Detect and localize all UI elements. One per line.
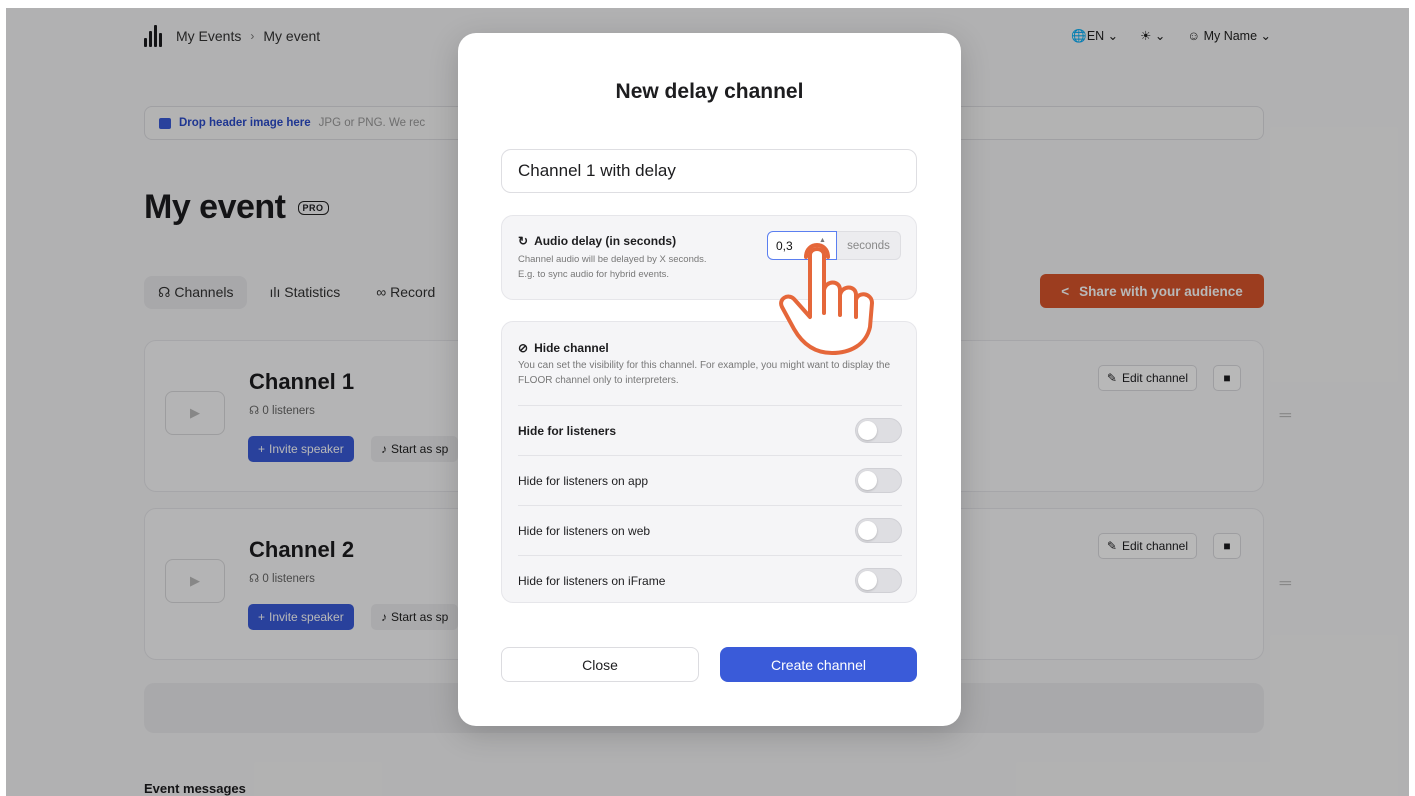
hide-option-label: Hide for listeners on app: [518, 473, 649, 488]
create-channel-button[interactable]: Create channel: [720, 647, 917, 682]
hide-on-web-toggle[interactable]: [855, 518, 902, 543]
hide-option-row: Hide for listeners on web: [518, 505, 902, 555]
dialog-title: New delay channel: [615, 80, 804, 103]
toggle-knob: [858, 421, 877, 440]
channel-name-input[interactable]: [501, 149, 917, 193]
eye-off-icon: ⊘: [518, 341, 529, 355]
toggle-knob: [858, 571, 877, 590]
hide-option-label: Hide for listeners on iFrame: [518, 573, 666, 588]
toggle-knob: [858, 521, 877, 540]
hide-on-iframe-toggle[interactable]: [855, 568, 902, 593]
hide-option-row: Hide for listeners on iFrame: [518, 555, 902, 605]
audio-delay-description: Channel audio will be delayed by X secon…: [518, 252, 758, 282]
hide-channel-panel: ⊘ Hide channel You can set the visibilit…: [501, 321, 917, 603]
new-delay-channel-dialog: New delay channel ↻ Audio delay (in seco…: [458, 33, 961, 726]
hide-on-app-toggle[interactable]: [855, 468, 902, 493]
hide-option-row: Hide for listeners: [518, 405, 902, 455]
pointing-hand-icon: [779, 243, 874, 355]
hide-options-list: Hide for listeners Hide for listeners on…: [518, 405, 902, 605]
audio-delay-label: ↻ Audio delay (in seconds): [518, 234, 676, 248]
hide-channel-label: ⊘ Hide channel: [518, 341, 609, 355]
toggle-knob: [858, 471, 877, 490]
hide-option-label: Hide for listeners: [518, 423, 617, 438]
hide-channel-description: You can set the visibility for this chan…: [518, 360, 891, 386]
audio-delay-desc-line1: Channel audio will be delayed by X secon…: [518, 254, 707, 265]
close-button[interactable]: Close: [501, 647, 699, 682]
timer-icon: ↻: [518, 234, 529, 248]
audio-delay-label-text: Audio delay (in seconds): [534, 234, 677, 248]
hide-option-label: Hide for listeners on web: [518, 523, 651, 538]
audio-delay-desc-line2: E.g. to sync audio for hybrid events.: [518, 269, 670, 280]
hide-channel-label-text: Hide channel: [534, 341, 609, 355]
hide-option-row: Hide for listeners on app: [518, 455, 902, 505]
hide-for-listeners-toggle[interactable]: [855, 418, 902, 443]
